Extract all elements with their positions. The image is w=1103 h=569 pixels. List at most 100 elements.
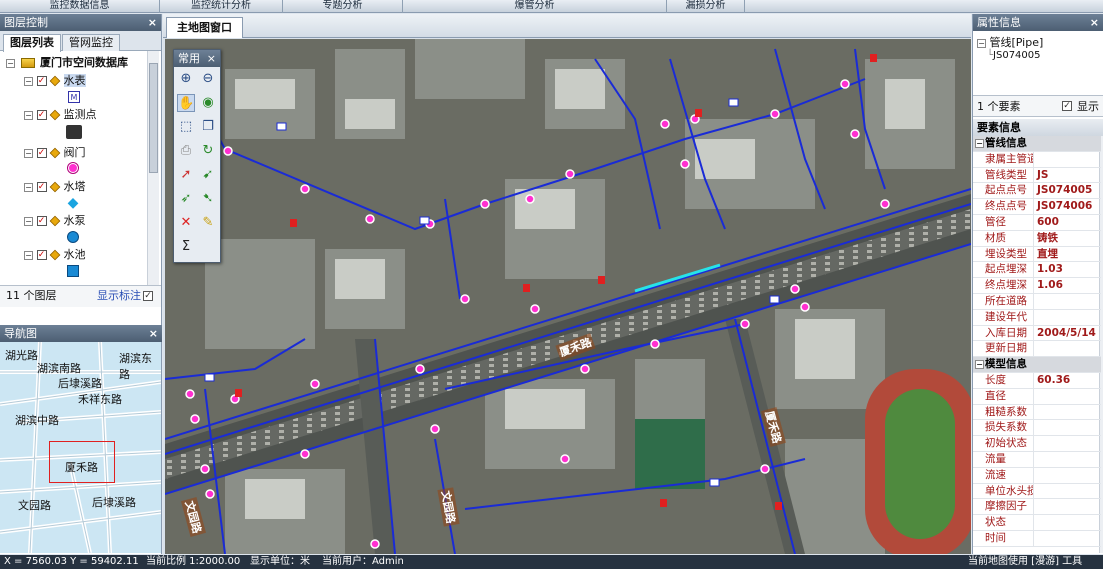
collapse-icon[interactable]: −	[24, 76, 33, 86]
property-row[interactable]: 埋设类型 直埋	[973, 246, 1101, 263]
checkbox-checked-icon[interactable]: ✓	[36, 110, 47, 120]
tab-layer-list[interactable]: 图层列表	[3, 34, 61, 52]
collapse-icon[interactable]: −	[24, 182, 33, 192]
globe-icon[interactable]: ◉	[199, 94, 217, 112]
property-row[interactable]: 终点点号 JS074006	[973, 199, 1101, 215]
property-row[interactable]: 起点埋深 1.03	[973, 262, 1101, 279]
property-row[interactable]: 材质 铸铁	[973, 230, 1101, 247]
attr-tree-child[interactable]: └JS074005	[987, 48, 1041, 64]
select-icon[interactable]: ⬚	[177, 118, 195, 136]
property-row[interactable]: 流量	[973, 452, 1101, 468]
top-tab-leakage[interactable]: 漏损分析	[667, 0, 745, 13]
property-row[interactable]: 起点点号 JS074005	[973, 183, 1101, 200]
checkbox-checked-icon[interactable]: ✓	[36, 216, 47, 226]
identify-icon[interactable]: ➹	[199, 166, 217, 184]
nav-panel-header: 导航图 ×	[0, 325, 162, 342]
property-row[interactable]: 粗糙系数	[973, 404, 1101, 421]
property-row[interactable]: 更新日期	[973, 341, 1101, 358]
nav-road-label: 后埭溪路	[58, 377, 102, 390]
info-pointer-icon[interactable]: ➶	[177, 190, 195, 208]
close-icon[interactable]: ×	[207, 50, 216, 67]
top-tab-monitor-data[interactable]: 监控数据信息	[0, 0, 160, 13]
checkbox-checked-icon[interactable]: ✓	[36, 250, 47, 260]
copy-icon[interactable]: ❐	[199, 118, 217, 136]
property-key: 时间	[985, 531, 1034, 546]
layer-tree-scrollbar[interactable]	[147, 51, 159, 285]
layer-tabs: 图层列表 管网监控	[0, 31, 161, 52]
sum-icon[interactable]: Σ	[177, 238, 195, 256]
scrollbar-thumb[interactable]	[149, 63, 158, 173]
tab-main-map[interactable]: 主地图窗口	[166, 17, 243, 38]
property-row[interactable]: 状态	[973, 515, 1101, 531]
layer-item-meter[interactable]: − ✓ 水表	[24, 73, 86, 89]
layer-item-monitor-point[interactable]: − ✓ 监测点	[24, 107, 97, 123]
collapse-icon[interactable]: −	[6, 58, 15, 68]
layer-item-tower[interactable]: − ✓ 水塔	[24, 179, 86, 195]
show-checkbox[interactable]: ✓	[1062, 101, 1072, 111]
nav-panel-title: 导航图	[4, 327, 37, 340]
top-menu-bar: 监控数据信息 监控统计分析 专题分析 爆管分析 漏损分析	[0, 0, 1103, 13]
nav-road-label: 文园路	[18, 499, 51, 512]
layer-item-pool[interactable]: − ✓ 水池	[24, 247, 86, 263]
layer-footer: 11 个图层 显示标注 ✓	[0, 285, 161, 307]
collapse-icon[interactable]: −	[975, 139, 984, 148]
property-row[interactable]: 单位水头损	[973, 483, 1101, 500]
clear-icon[interactable]: ✕	[177, 214, 195, 232]
property-group-label: 管线信息	[985, 137, 1027, 149]
layer-count: 11 个图层	[6, 289, 57, 302]
property-key: 状态	[985, 515, 1034, 530]
print-icon[interactable]: ⎙	[177, 142, 195, 160]
close-icon[interactable]: ×	[149, 325, 158, 342]
layer-item-pump[interactable]: − ✓ 水泵	[24, 213, 86, 229]
top-tab-thematic[interactable]: 专题分析	[283, 0, 403, 13]
select-feature-icon[interactable]: ➷	[199, 190, 217, 208]
property-row[interactable]: 终点埋深 1.06	[973, 278, 1101, 294]
checkbox-checked-icon[interactable]: ✓	[36, 182, 47, 192]
property-row[interactable]: 管线类型 JS	[973, 167, 1101, 184]
collapse-icon[interactable]: −	[24, 250, 33, 260]
refresh-icon[interactable]: ↻	[199, 142, 217, 160]
property-row[interactable]: 摩擦因子	[973, 499, 1101, 516]
property-row[interactable]: 损失系数	[973, 420, 1101, 437]
navigation-map[interactable]: 湖光路 湖滨南路 湖滨东路 禾祥东路 湖滨中路 厦禾路 文园路 后埭溪路 后埭溪…	[0, 342, 161, 553]
property-row[interactable]: 隶属主管道	[973, 151, 1101, 168]
zoom-in-icon[interactable]: ⊕	[177, 70, 195, 88]
property-row[interactable]: 初始状态	[973, 436, 1101, 452]
nav-road-label: 湖光路	[5, 349, 38, 362]
property-row[interactable]: 所在道路	[973, 294, 1101, 310]
property-row[interactable]: 时间	[973, 531, 1101, 547]
checkbox-checked-icon[interactable]: ✓	[36, 76, 47, 86]
property-group[interactable]: − 管线信息	[973, 136, 1101, 152]
zoom-out-icon[interactable]: ⊖	[199, 70, 217, 88]
property-row[interactable]: 建设年代	[973, 309, 1101, 326]
layer-item-valve[interactable]: − ✓ 阀门	[24, 145, 86, 161]
tab-network-monitor[interactable]: 管网监控	[62, 34, 120, 51]
top-tab-burst[interactable]: 爆管分析	[403, 0, 667, 13]
map-tab-bar: 主地图窗口	[163, 14, 971, 38]
tree-root[interactable]: − 厦门市空间数据库	[6, 55, 128, 71]
map-canvas[interactable]: 厦禾路 厦禾路 文园路 文园路 常用 × ⊕ ⊖ ✋ ◉ ⬚ ❐ ⎙ ↻ ➚ ➹…	[165, 39, 971, 554]
collapse-icon[interactable]: −	[24, 110, 33, 120]
collapse-icon[interactable]: −	[975, 360, 984, 370]
property-key: 更新日期	[985, 341, 1034, 357]
property-group[interactable]: − 模型信息	[973, 357, 1101, 373]
checkbox-checked-icon[interactable]: ✓	[36, 148, 47, 158]
property-row[interactable]: 入库日期 2004/5/14	[973, 325, 1101, 342]
close-icon[interactable]: ×	[148, 14, 157, 31]
pan-icon[interactable]: ✋	[177, 94, 195, 112]
property-value: JS074005	[1037, 184, 1093, 197]
property-row[interactable]: 流速	[973, 467, 1101, 484]
measure-icon[interactable]: ✎	[199, 214, 217, 232]
toolbox-title: 常用	[178, 52, 200, 65]
property-row[interactable]: 长度 60.36	[973, 373, 1101, 389]
pointer-icon[interactable]: ➚	[177, 166, 195, 184]
property-row[interactable]: 直径	[973, 388, 1101, 405]
collapse-icon[interactable]: −	[977, 38, 986, 48]
pool-symbol-icon	[67, 265, 79, 277]
show-label-checkbox[interactable]: ✓	[143, 291, 153, 301]
top-tab-monitor-stats[interactable]: 监控统计分析	[160, 0, 283, 13]
property-row[interactable]: 管径 600	[973, 215, 1101, 231]
collapse-icon[interactable]: −	[24, 148, 33, 158]
collapse-icon[interactable]: −	[24, 216, 33, 226]
close-icon[interactable]: ×	[1090, 14, 1099, 31]
